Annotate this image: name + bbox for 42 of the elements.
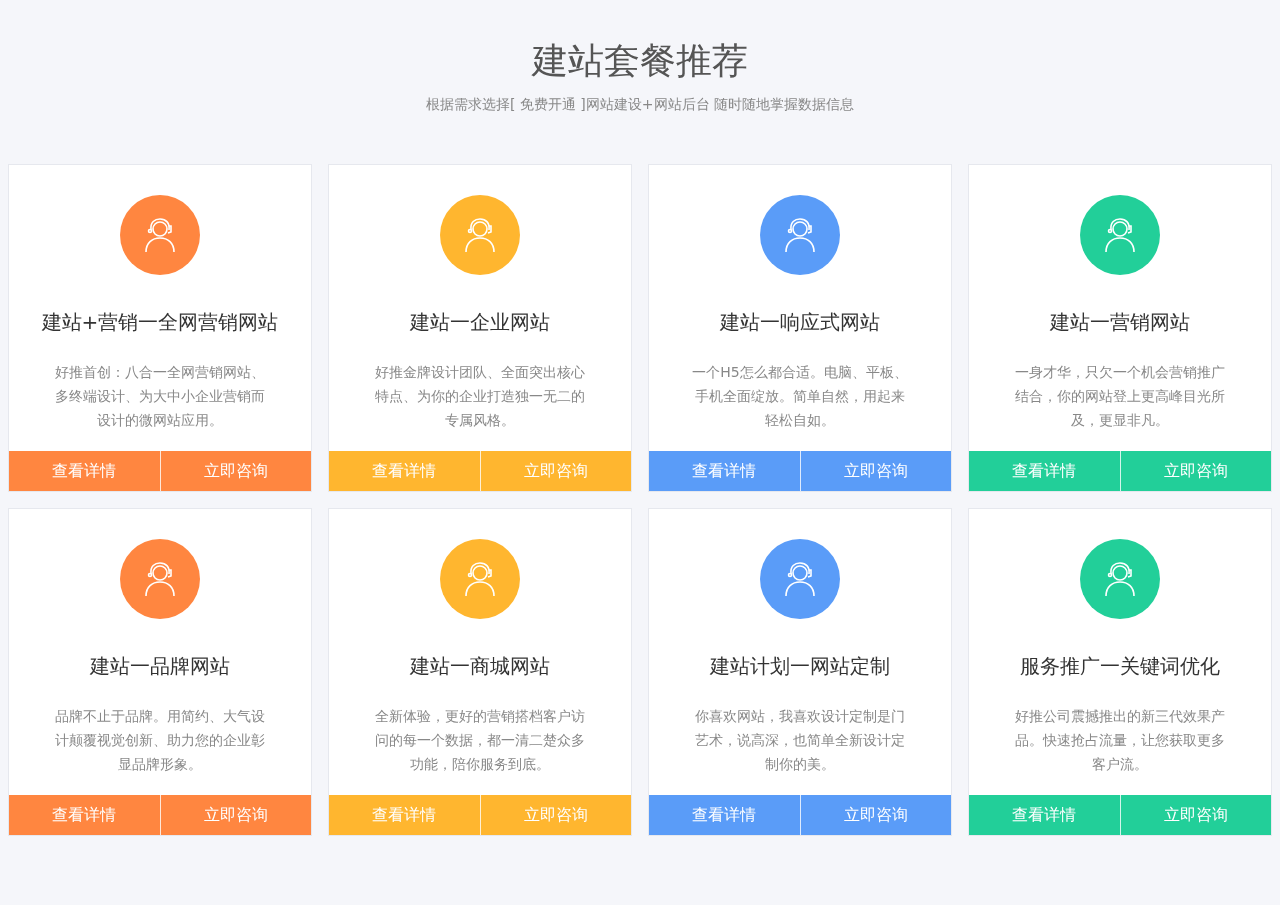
- consult-button[interactable]: 立即咨询: [1119, 795, 1271, 835]
- details-button[interactable]: 查看详情: [9, 451, 160, 491]
- support-agent-icon: [462, 560, 498, 598]
- package-description: 好推首创：八合一全网营销网站、多终端设计、为大中小企业营销而设计的微网站应用。: [54, 363, 266, 430]
- consult-button[interactable]: 立即咨询: [1119, 451, 1271, 491]
- support-agent-icon: [1102, 560, 1138, 598]
- package-description: 你喜欢网站，我喜欢设计定制是门艺术，说高深，也简单全新设计定制你的美。: [694, 707, 906, 774]
- package-title: 服务推广一关键词优化: [1020, 653, 1220, 680]
- support-agent-icon: [1102, 216, 1138, 254]
- package-description: 好推金牌设计团队、全面突出核心特点、为你的企业打造独一无二的专属风格。: [374, 363, 586, 430]
- package-title: 建站一营销网站: [1050, 309, 1190, 336]
- support-agent-icon: [462, 216, 498, 254]
- package-description: 一身才华，只欠一个机会营销推广结合，你的网站登上更高峰目光所及，更显非凡。: [1014, 363, 1226, 430]
- package-description: 品牌不止于品牌。用简约、大气设计颠覆视觉创新、助力您的企业彰显品牌形象。: [54, 707, 266, 774]
- consult-button[interactable]: 立即咨询: [159, 451, 311, 491]
- consult-button[interactable]: 立即咨询: [799, 451, 951, 491]
- details-button[interactable]: 查看详情: [969, 451, 1120, 491]
- consult-button[interactable]: 立即咨询: [479, 795, 631, 835]
- details-button[interactable]: 查看详情: [9, 795, 160, 835]
- support-agent-icon: [142, 216, 178, 254]
- details-button[interactable]: 查看详情: [969, 795, 1120, 835]
- support-agent-icon: [142, 560, 178, 598]
- package-title: 建站+营销一全网营销网站: [41, 309, 279, 336]
- package-title: 建站一企业网站: [410, 309, 550, 336]
- package-description: 全新体验，更好的营销搭档客户访问的每一个数据，都一清二楚众多功能，陪你服务到底。: [374, 707, 586, 774]
- package-title: 建站一商城网站: [410, 653, 550, 680]
- details-button[interactable]: 查看详情: [649, 795, 800, 835]
- support-agent-icon: [782, 216, 818, 254]
- package-title: 建站一品牌网站: [90, 653, 230, 680]
- package-description: 一个H5怎么都合适。电脑、平板、手机全面绽放。简单自然，用起来轻松自如。: [692, 363, 908, 430]
- details-button[interactable]: 查看详情: [329, 795, 480, 835]
- details-button[interactable]: 查看详情: [329, 451, 480, 491]
- package-description: 好推公司震撼推出的新三代效果产品。快速抢占流量，让您获取更多客户流。: [1014, 707, 1226, 774]
- package-title: 建站一响应式网站: [720, 309, 880, 336]
- section-subtitle: 根据需求选择[ 免费开通 ]网站建设+网站后台 随时随地掌握数据信息: [426, 95, 854, 114]
- details-button[interactable]: 查看详情: [649, 451, 800, 491]
- consult-button[interactable]: 立即咨询: [479, 451, 631, 491]
- section-title: 建站套餐推荐: [532, 39, 748, 83]
- consult-button[interactable]: 立即咨询: [799, 795, 951, 835]
- support-agent-icon: [782, 560, 818, 598]
- consult-button[interactable]: 立即咨询: [159, 795, 311, 835]
- package-title: 建站计划一网站定制: [710, 653, 890, 680]
